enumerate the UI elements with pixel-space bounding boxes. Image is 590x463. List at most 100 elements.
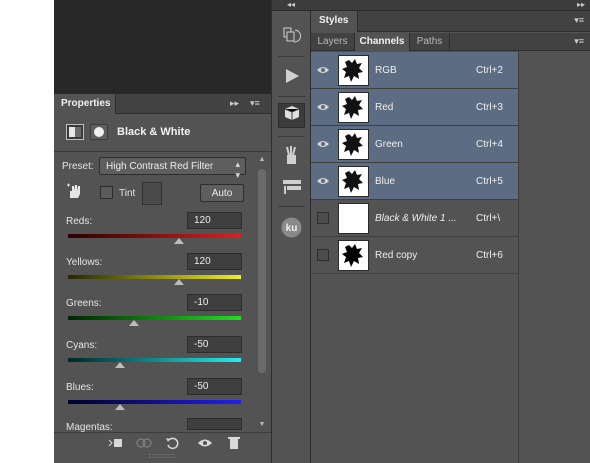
strip-divider bbox=[278, 206, 305, 207]
expand-panel-icon[interactable]: ▸▸ bbox=[230, 98, 239, 109]
channels-tab-bar: Layers Channels Paths ▾≡ bbox=[311, 33, 590, 51]
adjustment-title: Black & White bbox=[117, 126, 191, 138]
strip-divider bbox=[278, 136, 305, 137]
list-divider bbox=[518, 52, 519, 463]
blues-gradient bbox=[68, 400, 241, 404]
properties-panel: Properties ▸▸ ▾≡ Black & White Preset: H… bbox=[54, 93, 271, 463]
channel-thumbnail bbox=[338, 240, 369, 271]
tab-properties[interactable]: Properties bbox=[54, 94, 116, 114]
updown-arrows-icon: ▴ ▾ bbox=[235, 159, 240, 180]
kuler-label: ku bbox=[286, 223, 298, 234]
yellows-gradient bbox=[68, 275, 241, 279]
tint-color-swatch[interactable] bbox=[142, 182, 162, 205]
channel-shortcut: Ctrl+6 bbox=[476, 250, 503, 261]
panel-menu-icon[interactable]: ▾≡ bbox=[250, 98, 260, 109]
cyans-label: Cyans: bbox=[66, 340, 98, 351]
channel-row-rgb[interactable]: RGB Ctrl+2 bbox=[311, 52, 518, 89]
magentas-value-field[interactable] bbox=[187, 418, 242, 430]
adjustments-icon[interactable] bbox=[278, 103, 305, 128]
styles-menu-icon[interactable]: ▾≡ bbox=[574, 15, 584, 26]
clip-to-layer-icon[interactable] bbox=[106, 436, 126, 452]
greens-label: Greens: bbox=[66, 298, 102, 309]
greens-slider-thumb[interactable] bbox=[128, 320, 139, 326]
reds-slider-thumb[interactable] bbox=[173, 238, 184, 244]
yellows-value-field[interactable]: 120 bbox=[187, 253, 242, 270]
right-panel-header: ▸▸ bbox=[311, 0, 590, 11]
channel-name: Green bbox=[375, 139, 403, 150]
channel-shortcut: Ctrl+\ bbox=[476, 213, 501, 224]
cyans-slider-thumb[interactable] bbox=[114, 362, 125, 368]
channel-thumbnail bbox=[338, 129, 369, 160]
cyans-value-field[interactable]: -50 bbox=[187, 336, 242, 353]
eye-icon[interactable] bbox=[316, 101, 330, 113]
styles-tab-bar: Styles ▾≡ bbox=[311, 11, 590, 32]
tint-label: Tint bbox=[119, 188, 136, 199]
channel-row-green[interactable]: Green Ctrl+4 bbox=[311, 126, 518, 163]
channel-row-blue[interactable]: Blue Ctrl+5 bbox=[311, 163, 518, 200]
brush-presets-icon[interactable] bbox=[278, 143, 305, 168]
strip-header: ◂◂ bbox=[272, 0, 312, 11]
tint-checkbox[interactable] bbox=[100, 186, 113, 199]
layer-mask-icon[interactable] bbox=[90, 124, 108, 140]
preset-value: High Contrast Red Filter bbox=[106, 161, 214, 172]
preset-label: Preset: bbox=[62, 161, 94, 172]
channel-shortcut: Ctrl+3 bbox=[476, 102, 503, 113]
resize-grip[interactable] bbox=[149, 454, 175, 458]
visibility-checkbox[interactable] bbox=[317, 249, 329, 261]
strip-divider bbox=[278, 56, 305, 57]
channels-menu-icon[interactable]: ▾≡ bbox=[574, 36, 584, 47]
cyans-gradient bbox=[68, 358, 241, 362]
channel-thumbnail bbox=[338, 55, 369, 86]
kuler-icon[interactable]: ku bbox=[278, 215, 305, 240]
eye-icon[interactable] bbox=[316, 64, 330, 76]
yellows-label: Yellows: bbox=[66, 257, 103, 268]
adjustment-layer-icon[interactable] bbox=[66, 124, 84, 140]
channel-shortcut: Ctrl+4 bbox=[476, 139, 503, 150]
channel-row-red[interactable]: Red Ctrl+3 bbox=[311, 89, 518, 126]
tool-presets-icon[interactable] bbox=[278, 173, 305, 198]
tab-paths[interactable]: Paths bbox=[410, 33, 450, 51]
auto-button[interactable]: Auto bbox=[200, 184, 244, 202]
reset-adjustment-icon[interactable] bbox=[163, 436, 183, 452]
blues-value-field[interactable]: -50 bbox=[187, 378, 242, 395]
expand-icon[interactable]: ▸▸ bbox=[577, 0, 585, 9]
targeted-adjustment-hand-icon[interactable] bbox=[66, 183, 84, 199]
collapse-icon[interactable]: ◂◂ bbox=[287, 0, 295, 9]
view-previous-state-icon[interactable] bbox=[134, 436, 154, 452]
eye-icon[interactable] bbox=[316, 175, 330, 187]
play-actions-icon[interactable] bbox=[278, 64, 305, 89]
scroll-down-icon[interactable]: ▼ bbox=[257, 421, 267, 428]
document-canvas-area bbox=[54, 0, 271, 93]
properties-footer bbox=[54, 432, 271, 453]
channel-shortcut: Ctrl+5 bbox=[476, 176, 503, 187]
channel-row-black-white-mask[interactable]: Black & White 1 ... Ctrl+\ bbox=[311, 200, 518, 237]
channel-name: RGB bbox=[375, 65, 397, 76]
channel-name: Red copy bbox=[375, 250, 418, 261]
channel-name: Blue bbox=[375, 176, 396, 187]
visibility-checkbox[interactable] bbox=[317, 212, 329, 224]
channels-panel: ▸▸ Styles ▾≡ Layers Channels Paths ▾≡ RG… bbox=[311, 0, 590, 463]
toggle-visibility-icon[interactable] bbox=[195, 436, 215, 452]
reds-label: Reds: bbox=[66, 216, 93, 227]
reds-gradient bbox=[68, 234, 241, 238]
tab-layers[interactable]: Layers bbox=[311, 33, 355, 51]
yellows-slider-thumb[interactable] bbox=[173, 279, 184, 285]
properties-scroll-thumb[interactable] bbox=[258, 169, 266, 373]
scroll-up-icon[interactable]: ▲ bbox=[257, 156, 267, 163]
history-icon[interactable] bbox=[278, 24, 305, 49]
delete-adjustment-icon[interactable] bbox=[224, 436, 244, 452]
preset-select[interactable]: High Contrast Red Filter ▴ ▾ bbox=[99, 157, 246, 180]
channel-shortcut: Ctrl+2 bbox=[476, 65, 503, 76]
greens-value-field[interactable]: -10 bbox=[187, 294, 242, 311]
blues-slider-thumb[interactable] bbox=[114, 404, 125, 410]
reds-value-field[interactable]: 120 bbox=[187, 212, 242, 229]
greens-gradient bbox=[68, 316, 241, 320]
collapsed-panel-strip: ◂◂ ku bbox=[271, 0, 312, 463]
tab-channels[interactable]: Channels bbox=[355, 33, 410, 51]
channel-name: Black & White 1 ... bbox=[375, 213, 457, 224]
tab-styles[interactable]: Styles bbox=[311, 11, 358, 32]
channel-row-red-copy[interactable]: Red copy Ctrl+6 bbox=[311, 237, 518, 274]
eye-icon[interactable] bbox=[316, 138, 330, 150]
blues-label: Blues: bbox=[66, 382, 94, 393]
channel-thumbnail bbox=[338, 166, 369, 197]
